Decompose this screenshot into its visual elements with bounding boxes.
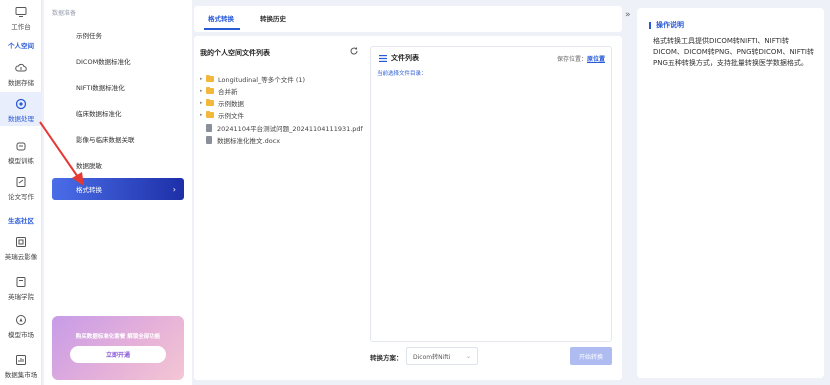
icon-rail: 工作台 个人空间 数据存储 数据处理 模型训练 论文写作 生态社区 英瑞云影像 … [0, 0, 42, 385]
chevron-right-icon: › [172, 184, 176, 194]
cloud-upload-icon [15, 62, 27, 74]
tab-bar: 格式转换 转换历史 [194, 6, 622, 32]
promo-text: 购买数据标准化套餐 解锁全部功能 [75, 334, 161, 340]
tab-convert-history[interactable]: 转换历史 [260, 13, 286, 23]
rail-cloud-imaging[interactable]: 英瑞云影像 [0, 236, 42, 261]
tree-file[interactable]: 20241104平台测试问题_20241104111931.pdf [200, 123, 363, 133]
rail-academy[interactable]: 英瑞学院 [0, 276, 42, 301]
section-personal: 个人空间 [8, 42, 34, 50]
menu-header: 数据准备 [52, 10, 77, 17]
book-icon [15, 276, 27, 288]
collapse-panel-icon[interactable]: » [625, 10, 631, 20]
refresh-icon[interactable] [349, 46, 359, 56]
scheme-select[interactable]: Dicom转Nifti ⌄ [406, 347, 478, 365]
activate-now-button[interactable]: 立即开通 [70, 346, 166, 363]
tree-folder-name: 示例文件 [218, 112, 244, 120]
bar-chart-icon [15, 354, 27, 366]
tree-folder[interactable]: ▸ 示例文件 [200, 110, 244, 120]
rail-label: 工作台 [11, 23, 31, 31]
image-frame-icon [15, 236, 27, 248]
tree-folder-name: 合并新 [218, 88, 238, 96]
rail-label: 数据集市场 [4, 371, 38, 379]
rail-label: 英瑞云影像 [4, 253, 38, 261]
monitor-icon [15, 6, 27, 18]
rail-data-storage[interactable]: 数据存储 [0, 62, 42, 87]
current-directory: 当前选择文件目录： [377, 71, 427, 77]
secondary-menu: 数据准备 示例任务 DICOM数据标准化 NIFTI数据标准化 临床数据标准化 … [44, 0, 192, 385]
folder-icon [206, 74, 214, 82]
tree-folder-name: Longitudinal_等多个文件 (1) [218, 76, 306, 84]
tree-folder[interactable]: ▸ Longitudinal_等多个文件 (1) [200, 74, 305, 84]
rail-label: 论文写作 [8, 193, 34, 201]
tree-folder[interactable]: ▸ 合并新 [200, 86, 238, 96]
rail-label: 数据处理 [8, 115, 34, 123]
file-list-box: 文件列表 保存位置：原位置 当前选择文件目录： [370, 46, 612, 342]
tree-folder[interactable]: ▸ 示例数据 [200, 98, 244, 108]
workspace-title: 我的个人空间文件列表 [200, 49, 270, 57]
file-list-title: 文件列表 [379, 53, 419, 63]
edit-doc-icon [15, 176, 27, 188]
rail-dataset-market[interactable]: 数据集市场 [0, 354, 42, 379]
instructions-title: 操作说明 [649, 20, 684, 30]
tree-folder-name: 示例数据 [218, 100, 244, 108]
menu-item-dicom-standardize[interactable]: DICOM数据标准化 [52, 50, 184, 72]
tree-file-name: 20241104平台测试问题_20241104111931.pdf [217, 125, 363, 133]
scheme-label: 转换方案： [370, 354, 403, 362]
tree-file-name: 数据标准化推文.docx [217, 137, 281, 145]
convert-panel: 我的个人空间文件列表 ▸ Longitudinal_等多个文件 (1) ▸ 合并… [194, 36, 622, 380]
docx-file-icon [206, 136, 212, 144]
aperture-icon [15, 98, 27, 110]
folder-icon [206, 98, 214, 106]
start-convert-button[interactable]: 开始转换 [570, 347, 612, 365]
scheme-select-value: Dicom转Nifti [413, 353, 451, 361]
rail-label: 模型训练 [8, 157, 34, 165]
compass-icon [15, 314, 27, 326]
pdf-file-icon [206, 124, 212, 132]
rail-label: 数据存储 [8, 79, 34, 87]
rail-model-market[interactable]: 模型市场 [0, 314, 42, 339]
promo-card: 购买数据标准化套餐 解锁全部功能 立即开通 [52, 316, 184, 380]
rail-label: 英瑞学院 [8, 293, 34, 301]
section-ecosystem: 生态社区 [8, 217, 34, 225]
tree-file[interactable]: 数据标准化推文.docx [200, 135, 280, 145]
menu-item-nifti-standardize[interactable]: NIFTI数据标准化 [52, 76, 184, 98]
folder-icon [206, 110, 214, 118]
instructions-title-text: 操作说明 [656, 21, 684, 29]
title-accent-bar [649, 21, 651, 29]
annotation-arrow-icon [39, 121, 84, 186]
main-area: 格式转换 转换历史 我的个人空间文件列表 ▸ Longitudinal_等多个文… [194, 6, 622, 380]
folder-icon [206, 86, 214, 94]
save-location: 保存位置：原位置 [557, 54, 605, 63]
robot-icon [15, 140, 27, 152]
rail-label: 模型市场 [8, 331, 34, 339]
instructions-body: 格式转换工具提供DICOM转NIFTI、NIFTI转DICOM、DICOM转PN… [653, 37, 814, 67]
list-icon [379, 54, 387, 62]
menu-item-example-task[interactable]: 示例任务 [52, 24, 184, 46]
chevron-down-icon: ⌄ [465, 353, 471, 360]
tab-format-convert[interactable]: 格式转换 [208, 13, 234, 23]
rail-workbench[interactable]: 工作台 [0, 6, 42, 31]
active-tab-indicator [204, 28, 240, 30]
save-location-link[interactable]: 原位置 [587, 56, 605, 63]
save-location-prefix: 保存位置： [556, 56, 587, 63]
file-list-title-text: 文件列表 [391, 54, 419, 62]
instructions-panel: 操作说明 格式转换工具提供DICOM转NIFTI、NIFTI转DICOM、DIC… [637, 8, 824, 378]
